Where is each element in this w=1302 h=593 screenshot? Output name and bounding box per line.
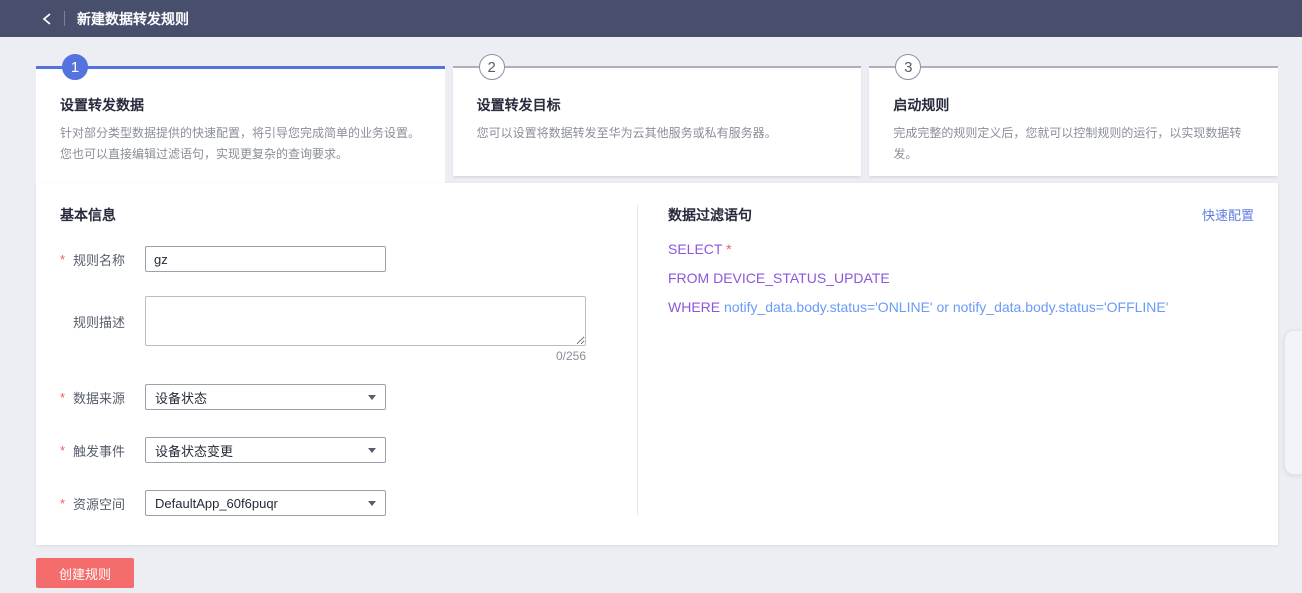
rule-config-panel: 基本信息 * 规则名称 规则描述 0/256 * 数据来源 设备状态 * 触发事…	[36, 183, 1278, 545]
top-header: 新建数据转发规则	[0, 0, 1302, 37]
required-asterisk: *	[60, 252, 73, 267]
wizard-step-2: 2 设置转发目标 您可以设置将数据转发至华为云其他服务或私有服务器。	[453, 54, 862, 183]
step-2-progress-line	[453, 66, 862, 68]
basic-info-section-title: 基本信息	[60, 205, 116, 225]
rule-name-label-text: 规则名称	[73, 250, 125, 269]
step-3-description: 完成完整的规则定义后，您就可以控制规则的运行，以实现数据转发。	[893, 123, 1254, 165]
required-asterisk: *	[60, 390, 73, 405]
step-1-description: 针对部分类型数据提供的快速配置，将引导您完成简单的业务设置。您也可以直接编辑过滤…	[60, 123, 421, 165]
rule-name-row: * 规则名称	[60, 246, 386, 272]
step-1-number-badge: 1	[62, 54, 88, 80]
back-icon[interactable]	[36, 8, 58, 30]
panel-divider	[637, 205, 638, 515]
step-3-card: 启动规则 完成完整的规则定义后，您就可以控制规则的运行，以实现数据转发。	[869, 67, 1278, 176]
sql-preview: SELECT * FROM DEVICE_STATUS_UPDATE WHERE…	[668, 241, 1168, 328]
trigger-event-select[interactable]: 设备状态变更	[145, 437, 386, 463]
step-3-title: 启动规则	[893, 95, 1254, 115]
rule-name-input[interactable]	[145, 246, 386, 272]
step-1-progress-line	[36, 66, 445, 69]
sql-from-line: FROM DEVICE_STATUS_UPDATE	[668, 270, 1168, 287]
data-source-row: * 数据来源 设备状态	[60, 384, 386, 410]
step-2-title: 设置转发目标	[477, 95, 838, 115]
wizard-step-1: 1 设置转发数据 针对部分类型数据提供的快速配置，将引导您完成简单的业务设置。您…	[36, 54, 445, 183]
scrollbar-thumb[interactable]	[1284, 330, 1302, 475]
resource-space-label-text: 资源空间	[73, 494, 125, 513]
step-1-card: 设置转发数据 针对部分类型数据提供的快速配置，将引导您完成简单的业务设置。您也可…	[36, 67, 445, 183]
step-1-title: 设置转发数据	[60, 95, 421, 115]
filter-statement-title: 数据过滤语句	[668, 205, 752, 225]
data-source-value: 设备状态	[155, 388, 207, 407]
sql-select-line: SELECT *	[668, 241, 1168, 258]
header-divider	[64, 11, 65, 26]
rule-description-label-text: 规则描述	[73, 312, 125, 331]
resource-space-value: DefaultApp_60f6puqr	[155, 496, 278, 511]
trigger-event-row: * 触发事件 设备状态变更	[60, 437, 386, 463]
step-3-progress-line	[869, 66, 1278, 68]
rule-description-row: 规则描述	[60, 296, 586, 346]
sql-from-keyword: FROM	[668, 270, 709, 286]
chevron-down-icon	[368, 395, 376, 400]
sql-select-arg: *	[726, 241, 731, 257]
rule-name-label: * 规则名称	[60, 250, 145, 269]
step-2-number-badge: 2	[479, 54, 505, 80]
data-source-label: * 数据来源	[60, 388, 145, 407]
data-source-select[interactable]: 设备状态	[145, 384, 386, 410]
wizard-step-3: 3 启动规则 完成完整的规则定义后，您就可以控制规则的运行，以实现数据转发。	[869, 54, 1278, 183]
resource-space-select[interactable]: DefaultApp_60f6puqr	[145, 490, 386, 516]
sql-select-keyword: SELECT	[668, 241, 722, 257]
quick-config-link[interactable]: 快速配置	[1202, 205, 1254, 224]
required-asterisk: *	[60, 443, 73, 458]
step-2-card: 设置转发目标 您可以设置将数据转发至华为云其他服务或私有服务器。	[453, 67, 862, 176]
sql-where-arg: notify_data.body.status='ONLINE' or noti…	[724, 299, 1168, 315]
wizard-steps: 1 设置转发数据 针对部分类型数据提供的快速配置，将引导您完成简单的业务设置。您…	[36, 54, 1278, 183]
required-asterisk: *	[60, 496, 73, 511]
trigger-event-value: 设备状态变更	[155, 441, 233, 460]
step-2-description: 您可以设置将数据转发至华为云其他服务或私有服务器。	[477, 123, 838, 144]
create-rule-button[interactable]: 创建规则	[36, 558, 134, 588]
char-counter: 0/256	[145, 349, 586, 363]
page-title: 新建数据转发规则	[77, 9, 189, 29]
sql-where-keyword: WHERE	[668, 299, 720, 315]
sql-from-arg: DEVICE_STATUS_UPDATE	[713, 270, 890, 286]
data-source-label-text: 数据来源	[73, 388, 125, 407]
resource-space-label: * 资源空间	[60, 494, 145, 513]
chevron-down-icon	[368, 501, 376, 506]
resource-space-row: * 资源空间 DefaultApp_60f6puqr	[60, 490, 386, 516]
rule-description-textarea[interactable]	[145, 296, 586, 346]
chevron-down-icon	[368, 448, 376, 453]
sql-where-line: WHERE notify_data.body.status='ONLINE' o…	[668, 299, 1168, 316]
trigger-event-label: * 触发事件	[60, 441, 145, 460]
rule-description-label: 规则描述	[60, 312, 145, 331]
trigger-event-label-text: 触发事件	[73, 441, 125, 460]
